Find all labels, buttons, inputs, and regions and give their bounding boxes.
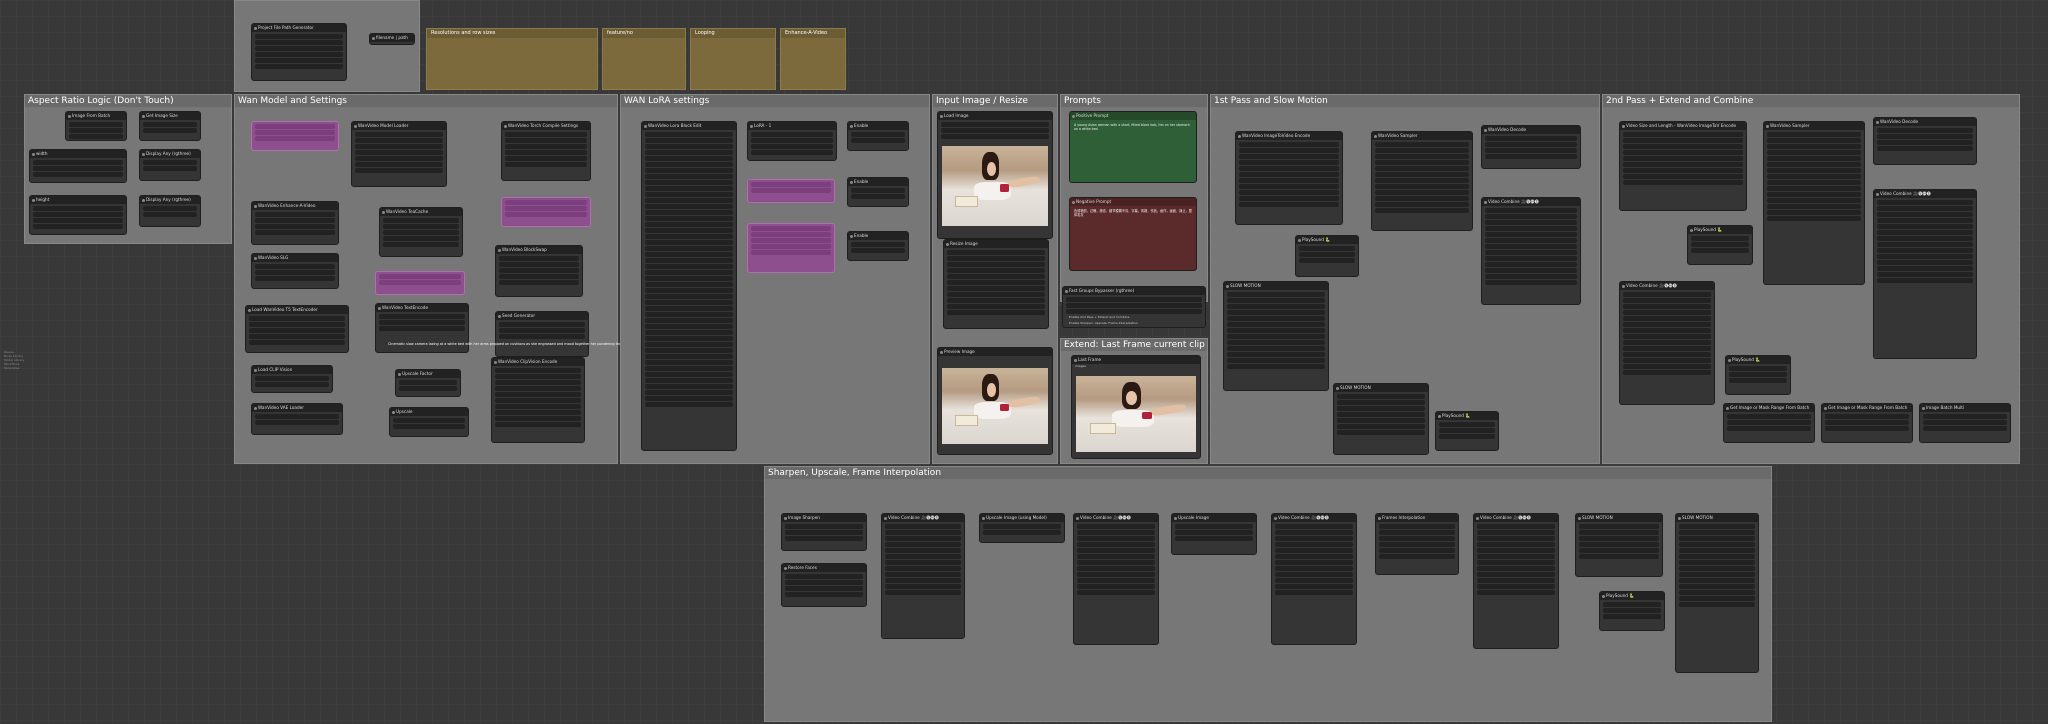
preview-photo [942, 368, 1048, 444]
group-project[interactable]: Project File Path Generator filename | p… [234, 0, 420, 92]
group-resolutions[interactable]: Resolutions and row sizes [426, 28, 598, 90]
node-vae-loader[interactable]: WanVideo VAE Loader [251, 403, 343, 435]
node-filename-path[interactable]: filename | path [369, 33, 415, 45]
group-first-pass[interactable]: 1st Pass and Slow Motion WanVideo ImageT… [1210, 94, 1600, 464]
node-video-combine-s1[interactable]: Video Combine 🎥🅥🅗🅢 [881, 513, 965, 639]
upload-button[interactable]: choose file to upload [941, 134, 1049, 150]
node-upscale[interactable]: Upscale [389, 407, 469, 437]
node-torch-compile[interactable]: WanVideo Torch Compile Settings [501, 121, 591, 181]
node-enable-1[interactable]: Enable [847, 121, 909, 151]
node-slow-motion-s2[interactable]: SLOW MOTION [1675, 513, 1759, 673]
node-sampler-2[interactable]: WanVideo Sampler [1763, 121, 1865, 285]
node-last-frame[interactable]: Last Frame images [1071, 355, 1201, 459]
node-playsound-4[interactable]: PlaySound 🐍 [1725, 355, 1791, 395]
node-video-combine-1[interactable]: Video Combine 🎥🅥🅗🅢 [1481, 197, 1581, 305]
node-fast-groups-bypasser[interactable]: Fast Groups Bypasser (rgthree) Enable 1s… [1062, 286, 1206, 328]
last-frame-photo [1076, 376, 1196, 452]
fast-groups-toggle-2[interactable]: Enable 2nd Pass + Extend and Combine [1066, 303, 1202, 319]
node-project-file[interactable]: Project File Path Generator [251, 23, 347, 81]
node-display-any-2[interactable]: Display Any (rgthree) [139, 195, 201, 227]
group-wan-lora[interactable]: WAN LoRA settings WanVideo Lora Block Ed… [620, 94, 930, 464]
node-block-swap[interactable]: WanVideo BlockSwap [495, 245, 583, 297]
node-video-combine-s2[interactable]: Video Combine 🎥🅥🅗🅢 [1073, 513, 1159, 645]
node-frames-interp[interactable]: Frames Interpolation [1375, 513, 1459, 575]
sidebar-line[interactable]: Templates [4, 366, 24, 370]
node-model-loader[interactable]: WanVideo Model Loader [351, 121, 447, 187]
group-extend-last-frame[interactable]: Extend: Last Frame current clip Last Fra… [1060, 338, 1208, 464]
node-slg[interactable]: WanVideo SLG [251, 253, 339, 289]
group-input-image[interactable]: Input Image / Resize Load Image choose f… [932, 94, 1058, 464]
node-playsound-3[interactable]: PlaySound 🐍 [1687, 225, 1753, 265]
node-slow-motion-s[interactable]: SLOW MOTION [1575, 513, 1663, 577]
node-decode-1[interactable]: WanVideo Decode [1481, 125, 1581, 169]
node-enable-3[interactable]: Enable [847, 231, 909, 261]
node-image-to-video[interactable]: WanVideo ImageToVideo Encode [1235, 131, 1343, 225]
positive-prompt-text[interactable]: A young Asian woman with a short, fitted… [1070, 120, 1196, 134]
group-sharpen[interactable]: Sharpen, Upscale, Frame Interpolation Im… [764, 466, 1772, 722]
group-seed[interactable]: feature/no [602, 28, 686, 90]
node-seed-generator[interactable]: Seed Generator [495, 311, 589, 357]
node-video-combine-s4[interactable]: Video Combine 🎥🅥🅗🅢 [1473, 513, 1559, 649]
node-restore-faces[interactable]: Restore Faces [781, 563, 867, 607]
group-looping[interactable]: Looping [690, 28, 776, 90]
node-lora-select[interactable]: LoRA - 1 [747, 121, 837, 161]
node-lora-purple-4[interactable] [747, 179, 835, 203]
group-enhance[interactable]: Enhance-A-Video [780, 28, 846, 90]
node-decode-2[interactable]: WanVideo Decode [1873, 117, 1977, 165]
node-teacache[interactable]: WanVideo TeaCache [379, 207, 463, 257]
node-upscale-image[interactable]: Upscale Image [1171, 513, 1257, 555]
node-preview-image[interactable]: Preview Image [937, 347, 1053, 455]
node-width[interactable]: width [29, 149, 127, 183]
node-clip-vision-encode[interactable]: WanVideo ClipVision Encode [491, 357, 585, 443]
node-lora-purple-5[interactable] [747, 223, 835, 273]
node-t5-loader[interactable]: Load WanVideo T5 TextEncoder [245, 305, 349, 353]
node-video-combine-2[interactable]: Video Combine 🎥🅥🅗🅢 [1619, 281, 1715, 405]
group-aspect-ratio[interactable]: Aspect Ratio Logic (Don't Touch) Image F… [24, 94, 232, 244]
node-playsound-1[interactable]: PlaySound 🐍 [1295, 235, 1359, 277]
node-load-image[interactable]: Load Image choose file to upload [937, 111, 1053, 239]
node-video-size-length[interactable]: Video Size and Length - WanVideo ImageTo… [1619, 121, 1747, 211]
node-video-combine-3[interactable]: Video Combine 🎥🅥🅗🅢 [1873, 189, 1977, 359]
node-playsound-s[interactable]: PlaySound 🐍 [1599, 591, 1665, 631]
node-get-image-range-2[interactable]: Get Image or Mask Range From Batch [1821, 403, 1913, 443]
fast-groups-toggle-3[interactable]: Enable Sharpen, Upscale, Frame Interpola… [1066, 309, 1202, 325]
node-video-combine-s3[interactable]: Video Combine 🎥🅥🅗🅢 [1271, 513, 1357, 645]
node-lora-purple-1[interactable] [251, 121, 339, 151]
fast-groups-toggle-1[interactable]: Enable 1st Pass and Slow Motion [1066, 297, 1202, 313]
node-get-image-range-1[interactable]: Get Image or Mask Range From Batch [1723, 403, 1815, 443]
node-upscale-factor[interactable]: Upscale Factor [395, 369, 461, 397]
node-get-image-size[interactable]: Get Image Size [139, 111, 201, 141]
node-playsound-2[interactable]: PlaySound 🐍 [1435, 411, 1499, 451]
node-enhance-video[interactable]: WanVideo Enhance-A-Video [251, 201, 339, 245]
group-wan-model[interactable]: Wan Model and Settings WanVideo Model Lo… [234, 94, 618, 464]
input-photo [942, 146, 1048, 226]
group-second-pass[interactable]: 2nd Pass + Extend and Combine Video Size… [1602, 94, 2020, 464]
node-image-from-batch[interactable]: Image From Batch [65, 111, 127, 141]
node-display-any-1[interactable]: Display Any (rgthree) [139, 149, 201, 181]
node-resize-image[interactable]: Resize Image [943, 239, 1049, 329]
node-enable-2[interactable]: Enable [847, 177, 909, 207]
node-lora-block-edit[interactable]: WanVideo Lora Block Edit [641, 121, 737, 451]
node-lora-purple-3[interactable] [375, 271, 465, 295]
negative-prompt-text[interactable]: 色调艳丽，过曝，静态，细节模糊不清，字幕，风格，作品，画作，画面，静止，整体发灰 [1070, 206, 1196, 220]
group-prompts[interactable]: Prompts Positive Prompt A young Asian wo… [1060, 94, 1208, 302]
node-positive-prompt[interactable]: Positive Prompt A young Asian woman with… [1069, 111, 1197, 183]
node-image-sharpen[interactable]: Image Sharpen [781, 513, 867, 551]
node-height[interactable]: height [29, 195, 127, 235]
node-sampler-1[interactable]: WanVideo Sampler [1371, 131, 1473, 231]
node-lora-purple-2[interactable] [501, 197, 591, 227]
left-sidebar: Queue Node Library Model Library Workflo… [4, 350, 24, 370]
node-slow-motion-1[interactable]: SLOW MOTION [1223, 281, 1329, 391]
node-upscale-image-model[interactable]: Upscale Image (using Model) [979, 513, 1065, 543]
node-image-batch-multi[interactable]: Image Batch Multi [1919, 403, 2011, 443]
node-slow-motion-2[interactable]: SLOW MOTION [1333, 383, 1429, 455]
node-negative-prompt[interactable]: Negative Prompt 色调艳丽，过曝，静态，细节模糊不清，字幕，风格，… [1069, 197, 1197, 271]
node-clip-vision[interactable]: Load CLIP Vision [251, 365, 333, 393]
